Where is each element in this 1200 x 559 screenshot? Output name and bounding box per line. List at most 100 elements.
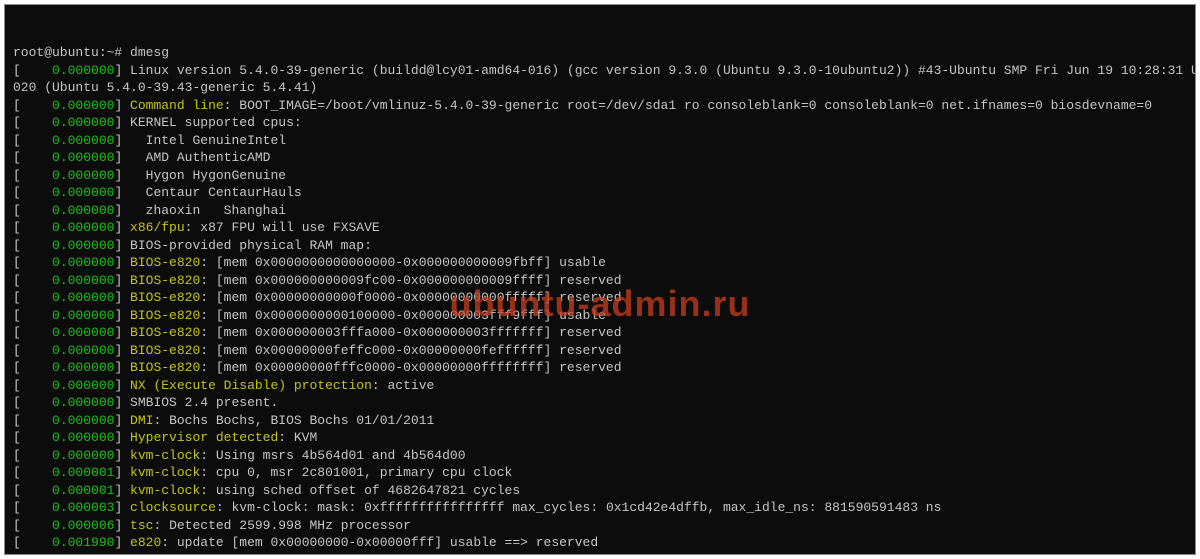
log-segment: AMD AuthenticAMD: [122, 150, 270, 165]
bracket-open: [: [13, 308, 52, 323]
log-segment: Command line: [122, 98, 223, 113]
log-segment: BIOS-e820: [122, 255, 200, 270]
timestamp: 0.000000: [52, 273, 114, 288]
bracket-open: [: [13, 395, 52, 410]
bracket-open: [: [13, 500, 52, 515]
timestamp: 0.000001: [52, 483, 114, 498]
log-segment: : [mem 0x0000000000000000-0x000000000009…: [200, 255, 606, 270]
log-segment: Hypervisor detected: [122, 430, 278, 445]
log-line: [ 0.000000] Linux version 5.4.0-39-gener…: [13, 62, 1187, 80]
bracket-open: [: [13, 273, 52, 288]
bracket-open: [: [13, 63, 52, 78]
bracket-open: [: [13, 325, 52, 340]
log-segment: KERNEL supported cpus:: [122, 115, 301, 130]
bracket-open: [: [13, 150, 52, 165]
log-segment: : Using msrs 4b564d01 and 4b564d00: [200, 448, 465, 463]
bracket-open: [: [13, 465, 52, 480]
timestamp: 0.000000: [52, 203, 114, 218]
bracket-open: [: [13, 413, 52, 428]
timestamp: 0.000000: [52, 325, 114, 340]
log-segment: NX (Execute Disable) protection: [122, 378, 372, 393]
bracket-open: [: [13, 448, 52, 463]
log-line: [ 0.000000] Command line: BOOT_IMAGE=/bo…: [13, 97, 1187, 115]
bracket-open: [: [13, 535, 52, 550]
log-line: [ 0.000000] kvm-clock: Using msrs 4b564d…: [13, 447, 1187, 465]
log-segment: SMBIOS 2.4 present.: [122, 395, 278, 410]
log-line: [ 0.000000] zhaoxin Shanghai: [13, 202, 1187, 220]
log-segment: : update [mem 0x00000000-0x00000fff] usa…: [161, 535, 598, 550]
timestamp: 0.001990: [52, 535, 114, 550]
log-segment: clocksource: [122, 500, 216, 515]
dmesg-output: [ 0.000000] Linux version 5.4.0-39-gener…: [13, 62, 1187, 556]
timestamp: 0.000000: [52, 168, 114, 183]
log-segment: Intel GenuineIntel: [122, 133, 286, 148]
log-line: [ 0.000001] kvm-clock: cpu 0, msr 2c8010…: [13, 464, 1187, 482]
log-segment: Hygon HygonGenuine: [122, 168, 286, 183]
shell-prompt: root@ubuntu:~# dmesg: [13, 44, 1187, 62]
log-segment: : [mem 0x000000000009fc00-0x000000000009…: [200, 273, 621, 288]
log-segment: kvm-clock: [122, 465, 200, 480]
log-segment: DMI: [122, 413, 153, 428]
log-segment: : [mem 0x00000000feffc000-0x00000000feff…: [200, 343, 621, 358]
bracket-open: [: [13, 168, 52, 183]
log-line: [ 0.000000] KERNEL supported cpus:: [13, 114, 1187, 132]
log-line: [ 0.000000] BIOS-e820: [mem 0x0000000000…: [13, 272, 1187, 290]
log-line: [ 0.000000] BIOS-e820: [mem 0x00000000ff…: [13, 359, 1187, 377]
timestamp: 0.000000: [52, 413, 114, 428]
log-segment: : [mem 0x0000000000100000-0x000000003fff…: [200, 308, 606, 323]
timestamp: 0.000001: [52, 465, 114, 480]
log-line: [ 0.000000] BIOS-provided physical RAM m…: [13, 237, 1187, 255]
bracket-open: [: [13, 98, 52, 113]
timestamp: 0.000000: [52, 255, 114, 270]
log-segment: BIOS-e820: [122, 360, 200, 375]
log-segment: tsc: [122, 518, 153, 533]
log-segment: BIOS-e820: [122, 343, 200, 358]
bracket-open: [: [13, 115, 52, 130]
log-segment: : kvm-clock: mask: 0xffffffffffffffff ma…: [216, 500, 942, 515]
timestamp: 0.000000: [52, 115, 114, 130]
log-segment: BIOS-e820: [122, 308, 200, 323]
log-segment: BIOS-provided physical RAM map:: [122, 238, 372, 253]
bracket-open: [: [13, 343, 52, 358]
timestamp: 0.000000: [52, 308, 114, 323]
log-segment: x86/fpu: [122, 220, 184, 235]
log-segment: kvm-clock: [122, 483, 200, 498]
log-line: [ 0.000000] BIOS-e820: [mem 0x0000000000…: [13, 307, 1187, 325]
terminal-window[interactable]: root@ubuntu:~# dmesg[ 0.000000] Linux ve…: [4, 4, 1196, 555]
bracket-open: [: [13, 290, 52, 305]
log-line: [ 0.000000] x86/fpu: x87 FPU will use FX…: [13, 219, 1187, 237]
log-line: [ 0.000000] SMBIOS 2.4 present.: [13, 394, 1187, 412]
log-line: [ 0.000001] kvm-clock: using sched offse…: [13, 482, 1187, 500]
timestamp: 0.000000: [52, 238, 114, 253]
timestamp: 0.000003: [52, 500, 114, 515]
log-segment: BIOS-e820: [122, 290, 200, 305]
log-segment: : KVM: [278, 430, 317, 445]
log-segment: e820: [122, 535, 161, 550]
log-segment: : remove [mem 0x000a0000-0x000fffff] usa…: [161, 553, 496, 556]
bracket-open: [: [13, 378, 52, 393]
timestamp: 0.000000: [52, 133, 114, 148]
log-segment: : [mem 0x000000003fffa000-0x000000003fff…: [200, 325, 621, 340]
log-line: [ 0.000003] clocksource: kvm-clock: mask…: [13, 499, 1187, 517]
timestamp: 0.000000: [52, 343, 114, 358]
log-segment: : Detected 2599.998 MHz processor: [153, 518, 410, 533]
log-line: [ 0.000000] Hypervisor detected: KVM: [13, 429, 1187, 447]
log-segment: : x87 FPU will use FXSAVE: [185, 220, 380, 235]
bracket-open: [: [13, 360, 52, 375]
timestamp: 0.000000: [52, 378, 114, 393]
log-line-wrap: 020 (Ubuntu 5.4.0-39.43-generic 5.4.41): [13, 79, 1187, 97]
timestamp: 0.000000: [52, 98, 114, 113]
timestamp: 0.000000: [52, 63, 114, 78]
timestamp: 0.000000: [52, 360, 114, 375]
log-line: [ 0.000000] NX (Execute Disable) protect…: [13, 377, 1187, 395]
log-segment: Centaur CentaurHauls: [122, 185, 301, 200]
log-line: [ 0.000000] BIOS-e820: [mem 0x00000000fe…: [13, 342, 1187, 360]
log-segment: e820: [122, 553, 161, 556]
log-segment: : active: [372, 378, 434, 393]
log-line: [ 0.000000] Hygon HygonGenuine: [13, 167, 1187, 185]
bracket-open: [: [13, 518, 52, 533]
bracket-open: [: [13, 238, 52, 253]
log-segment: : [mem 0x00000000fffc0000-0x00000000ffff…: [200, 360, 621, 375]
timestamp: 0.001992: [52, 553, 114, 556]
log-segment: : [mem 0x00000000000f0000-0x00000000000f…: [200, 290, 621, 305]
